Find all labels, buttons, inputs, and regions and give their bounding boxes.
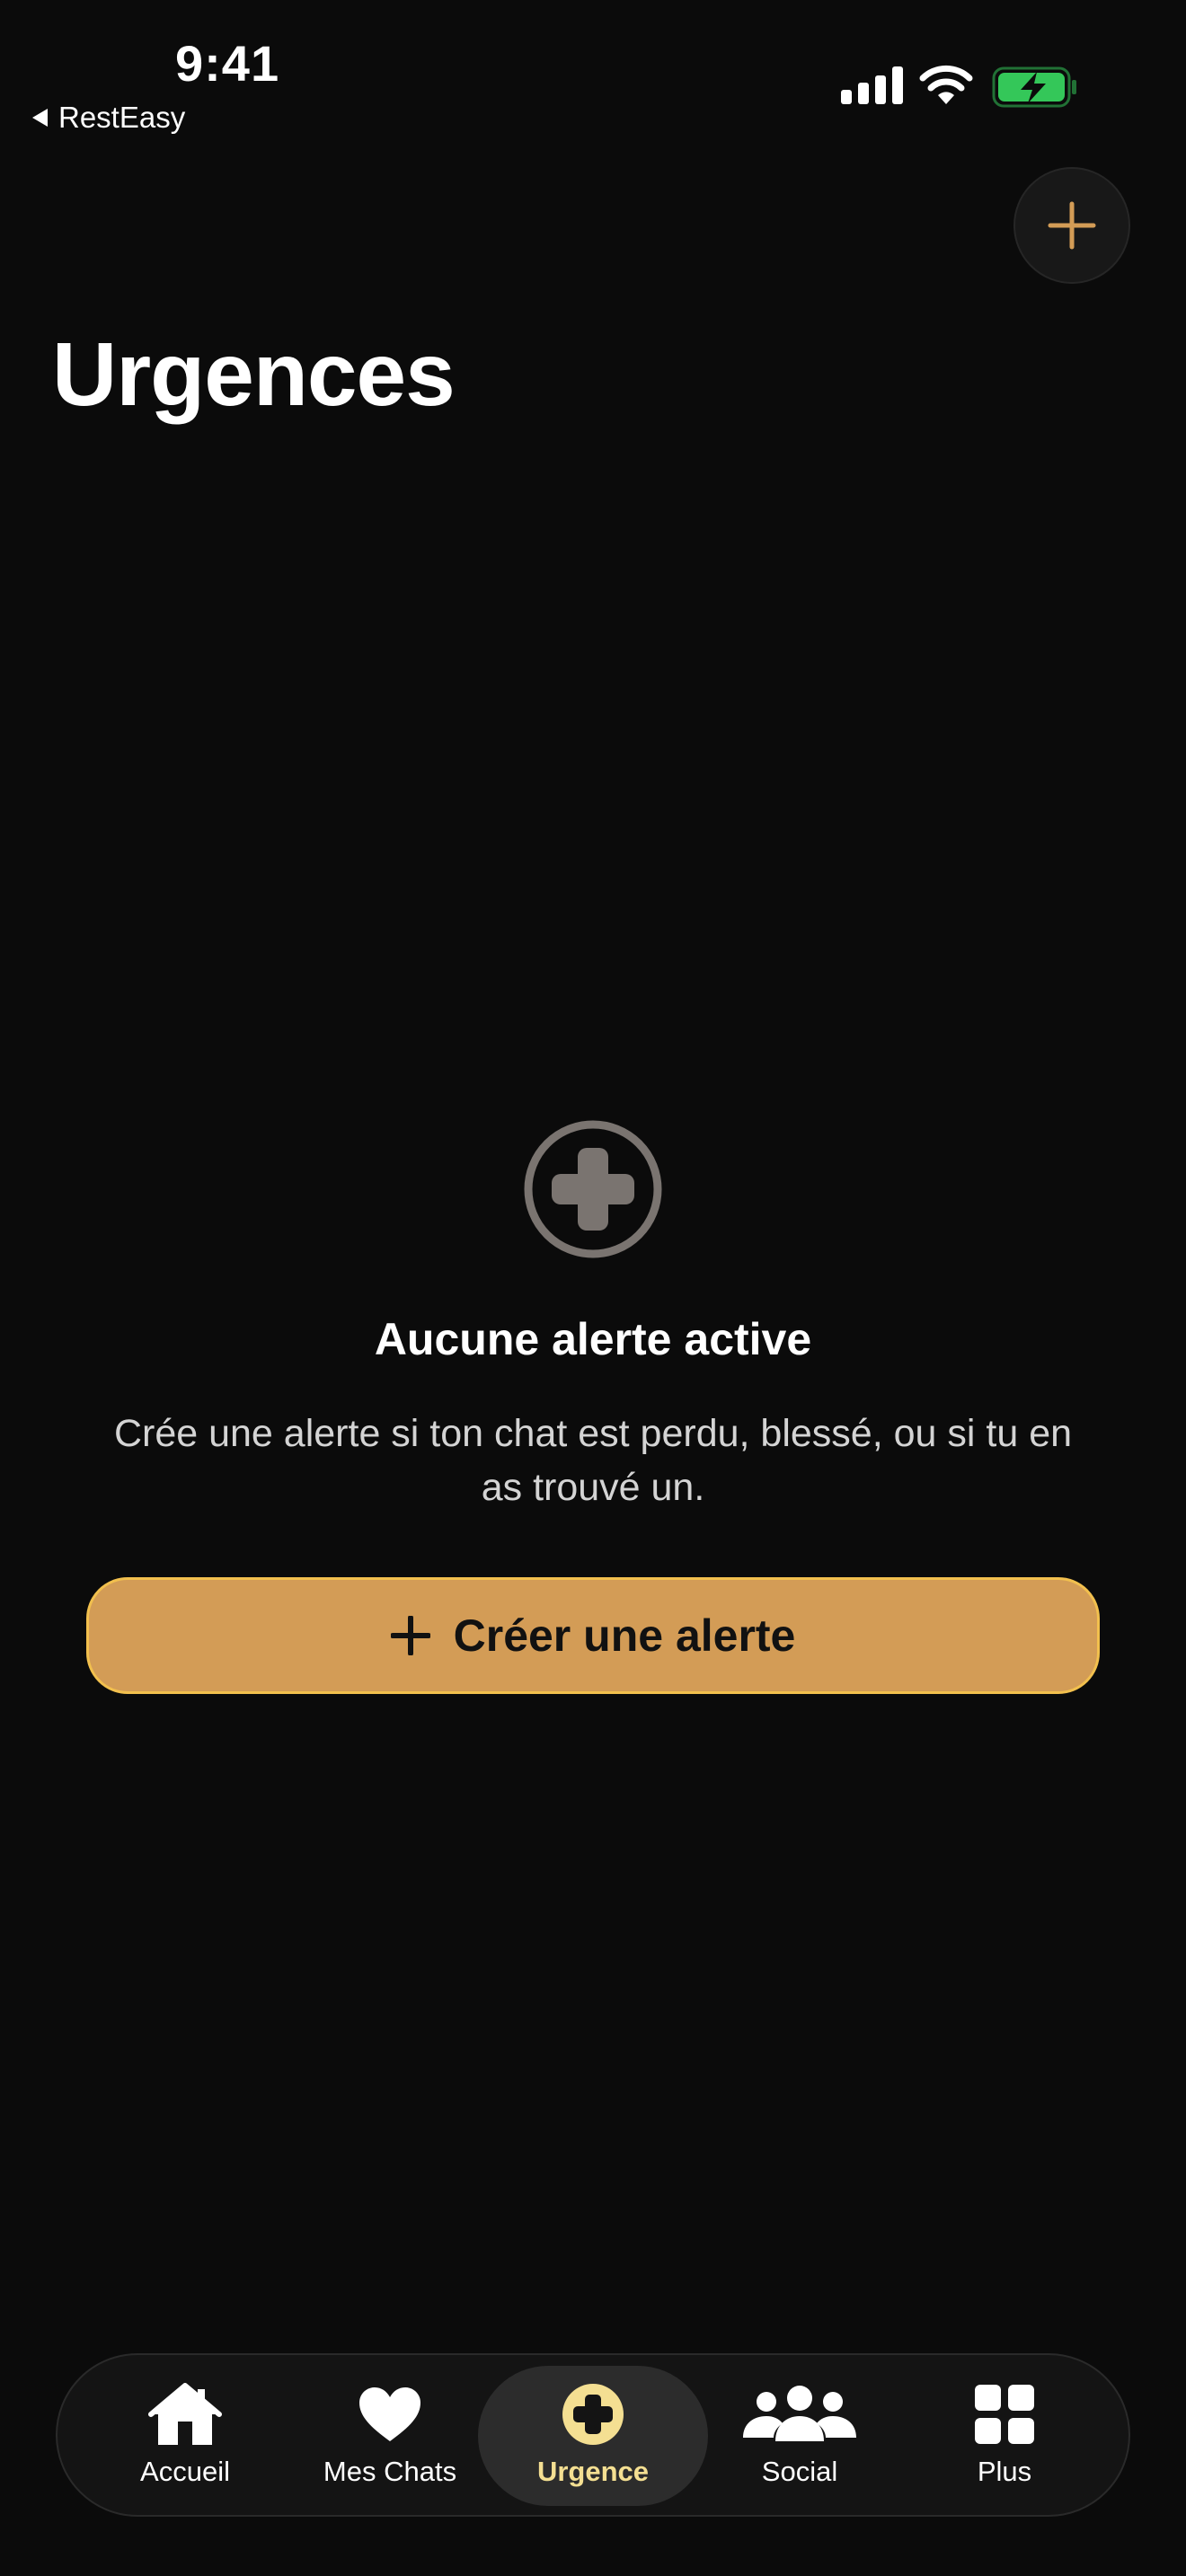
tab-plus[interactable]: Plus (897, 2366, 1112, 2506)
page-title: Urgences (52, 324, 456, 425)
cellular-signal-icon (841, 66, 903, 104)
plus-icon (1048, 201, 1096, 250)
back-to-app-link[interactable]: RestEasy (32, 101, 185, 135)
tab-urgence[interactable]: Urgence (478, 2366, 708, 2506)
tab-label: Accueil (140, 2456, 230, 2487)
medical-cross-icon (524, 1120, 662, 1258)
back-arrow-icon (32, 109, 48, 127)
battery-charging-icon (992, 66, 1076, 108)
tab-label: Social (761, 2456, 838, 2487)
grid-icon (975, 2385, 1034, 2444)
status-time: 9:41 (175, 35, 280, 92)
tab-label: Mes Chats (323, 2456, 457, 2487)
tab-accueil[interactable]: Accueil (77, 2366, 293, 2506)
tab-label: Urgence (536, 2456, 650, 2487)
plus-icon (390, 1616, 430, 1655)
people-icon (743, 2386, 856, 2441)
tab-mes-chats[interactable]: Mes Chats (282, 2366, 498, 2506)
create-alert-button[interactable]: Créer une alerte (86, 1577, 1100, 1694)
home-icon (148, 2383, 222, 2445)
add-alert-button[interactable] (1013, 167, 1130, 284)
back-app-label: RestEasy (58, 101, 186, 134)
tab-bar: Accueil Mes Chats Urgence Social Plus (56, 2353, 1130, 2517)
tab-label: Plus (977, 2456, 1032, 2487)
heart-icon (359, 2387, 420, 2441)
empty-state-title: Aucune alerte active (374, 1314, 812, 1364)
medical-cross-icon (562, 2384, 624, 2445)
empty-state-description: Crée une alerte si ton chat est perdu, b… (113, 1412, 1073, 1509)
wifi-icon (919, 65, 973, 104)
create-alert-label: Créer une alerte (453, 1610, 796, 1661)
tab-social[interactable]: Social (692, 2366, 907, 2506)
